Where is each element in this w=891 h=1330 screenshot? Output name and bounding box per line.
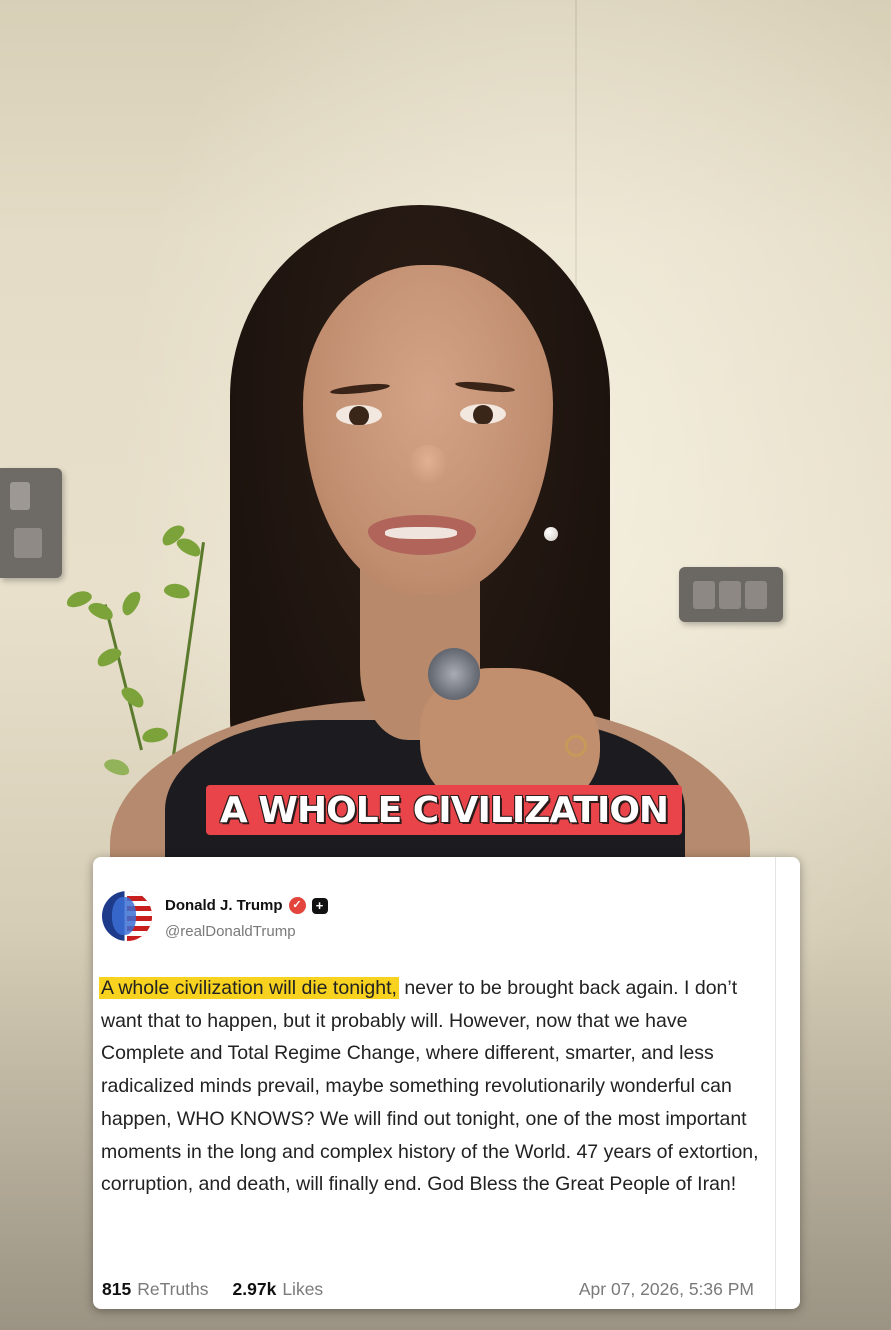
post-text-highlight: A whole civilization will die tonight,	[99, 977, 399, 999]
author-avatar[interactable]	[102, 891, 152, 941]
video-frame: A WHOLE CIVILIZATION Donald J. Trump ✓ +…	[0, 0, 891, 1330]
post-card[interactable]: Donald J. Trump ✓ + @realDonaldTrump A w…	[93, 857, 800, 1309]
card-divider	[775, 857, 776, 1309]
wall-switchboard-left	[0, 468, 62, 578]
post-stats: 815 ReTruths 2.97k Likes	[102, 1279, 323, 1300]
wall-switchboard-right	[679, 567, 783, 622]
video-caption: A WHOLE CIVILIZATION	[206, 785, 682, 835]
post-text-body: never to be brought back again. I don’t …	[101, 977, 759, 1196]
post-text: A whole civilization will die tonight, n…	[99, 972, 761, 1201]
author-name[interactable]: Donald J. Trump	[165, 897, 283, 914]
author-handle[interactable]: @realDonaldTrump	[165, 923, 296, 940]
verified-check-icon: ✓	[288, 897, 306, 914]
likes-count[interactable]: 2.97k	[233, 1279, 277, 1300]
plus-badge-icon: +	[311, 897, 328, 914]
retruths-label[interactable]: ReTruths	[137, 1279, 208, 1300]
author-name-row: Donald J. Trump ✓ +	[165, 897, 328, 914]
likes-label[interactable]: Likes	[282, 1279, 323, 1300]
post-timestamp: Apr 07, 2026, 5:36 PM	[578, 1279, 754, 1299]
retruths-count[interactable]: 815	[102, 1279, 131, 1300]
microphone	[428, 648, 480, 700]
